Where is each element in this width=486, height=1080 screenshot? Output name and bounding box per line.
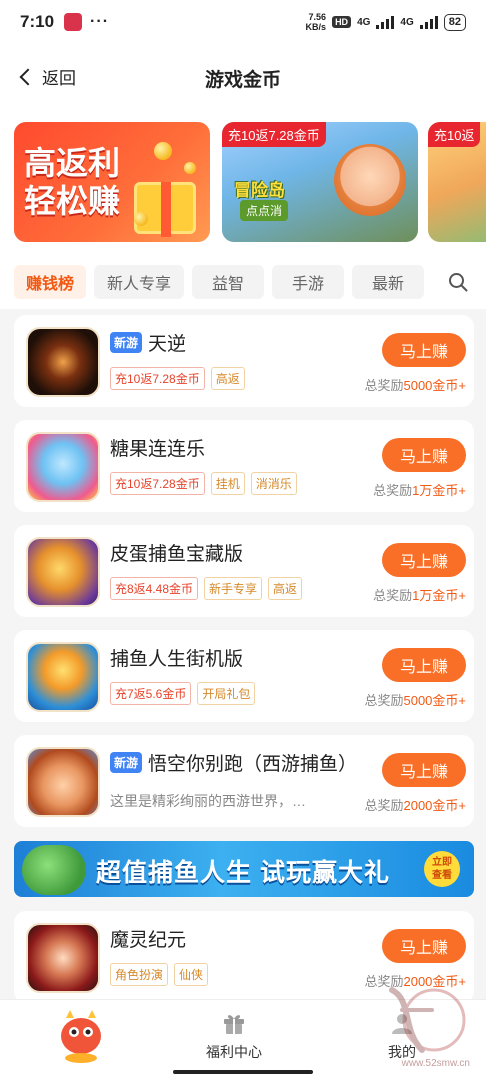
tag: 消消乐 <box>250 472 297 495</box>
nav-welfare-center[interactable]: 福利中心 <box>206 1010 262 1062</box>
promo-view-button[interactable]: 立即 查看 <box>424 851 460 887</box>
game-name: 皮蛋捕鱼宝藏版 <box>110 544 244 565</box>
game-card[interactable]: 捕鱼人生街机版 充7返5.6金币 开局礼包 马上赚 总奖励5000金币+ <box>14 630 474 722</box>
tag: 充10返7.28金币 <box>110 367 205 390</box>
game-icon-wukong <box>26 747 100 817</box>
game-card[interactable]: 糖果连连乐 充10返7.28金币 挂机 消消乐 马上赚 总奖励1万金币+ <box>14 420 474 512</box>
game-tags: 充7返5.6金币 开局礼包 <box>110 682 256 705</box>
banner-partial[interactable]: 充10返 <box>428 122 486 242</box>
earn-now-button[interactable]: 马上赚 <box>382 753 466 787</box>
earn-now-button[interactable]: 马上赚 <box>382 929 466 963</box>
total-reward: 总奖励1万金币+ <box>373 588 466 603</box>
tab-mobile-game[interactable]: 手游 <box>272 265 344 299</box>
coin-icon <box>184 162 196 174</box>
tag: 挂机 <box>210 472 245 495</box>
promo-banner[interactable]: 超值捕鱼人生 试玩赢大礼 立即 查看 <box>14 841 474 897</box>
tag: 高返 <box>268 577 303 600</box>
status-time: 7:10 <box>20 12 55 31</box>
signal-icon-2 <box>419 15 438 29</box>
tab-latest[interactable]: 最新 <box>352 265 424 299</box>
watermark-url: www.52smw.cn <box>401 1058 470 1069</box>
coin-icon <box>134 212 148 226</box>
signal-icon <box>376 15 395 29</box>
app-notification-icon <box>64 13 83 31</box>
search-icon[interactable] <box>448 272 468 292</box>
dragon-mascot-icon[interactable] <box>48 1006 114 1064</box>
tab-new-user[interactable]: 新人专享 <box>94 265 184 299</box>
watermark-seal <box>389 987 466 1053</box>
earn-now-button[interactable]: 马上赚 <box>382 543 466 577</box>
game-icon-moling <box>26 923 100 993</box>
game-tags: 充10返7.28金币 高返 <box>110 367 245 390</box>
earn-now-button[interactable]: 马上赚 <box>382 333 466 367</box>
game-list: 新游 天逆 充10返7.28金币 高返 马上赚 总奖励5000金币+ 糖果连连乐… <box>0 309 486 999</box>
tag: 充7返5.6金币 <box>110 682 192 705</box>
header: 返回 游戏金币 <box>0 44 486 110</box>
total-reward: 总奖励2000金币+ <box>364 798 466 813</box>
game-icon-pidan-fishing <box>26 537 100 607</box>
game-tags: 充10返7.28金币 挂机 消消乐 <box>110 472 297 495</box>
banner-rebate-tag: 充10返7.28金币 <box>222 122 326 147</box>
game-icon-fishing-life <box>26 642 100 712</box>
tag: 开局礼包 <box>197 682 256 705</box>
banner-2-title: 冒险岛 <box>234 181 285 200</box>
game-card[interactable]: 皮蛋捕鱼宝藏版 充8返4.48金币 新手专享 高返 马上赚 总奖励1万金币+ <box>14 525 474 617</box>
total-reward: 总奖励5000金币+ <box>364 693 466 708</box>
promo-text: 超值捕鱼人生 试玩赢大礼 <box>96 859 390 887</box>
tag: 角色扮演 <box>110 963 169 986</box>
game-tags: 充8返4.48金币 新手专享 高返 <box>110 577 303 600</box>
earn-now-button[interactable]: 马上赚 <box>382 648 466 682</box>
coin-icon <box>154 142 172 160</box>
tag: 充8返4.48金币 <box>110 577 199 600</box>
hd-icon: HD <box>332 16 352 28</box>
tag: 新手专享 <box>204 577 263 600</box>
tag: 仙侠 <box>174 963 209 986</box>
banner-1-title: 高返利 轻松赚 <box>24 145 121 219</box>
game-name: 魔灵纪元 <box>110 930 187 951</box>
game-name: 捕鱼人生街机版 <box>110 649 244 670</box>
game-description: 这里是精彩绚丽的西游世界，… <box>110 793 306 809</box>
banner-2-subtitle: 点点消 <box>240 200 289 221</box>
new-game-badge: 新游 <box>110 752 143 773</box>
fish-illustration <box>22 845 86 895</box>
network-type-2: 4G <box>400 16 414 28</box>
network-speed: 7.56 KB/s <box>305 12 327 32</box>
tag: 充10返7.28金币 <box>110 472 205 495</box>
game-tags: 角色扮演 仙侠 <box>110 963 209 986</box>
category-tabs: 赚钱榜 新人专享 益智 手游 最新 <box>0 255 486 309</box>
game-name: 新游 悟空你别跑（西游捕鱼） <box>110 749 357 776</box>
tag: 高返 <box>210 367 245 390</box>
status-bar: 7:10 ··· 7.56 KB/s HD 4G 4G 82 <box>0 0 486 44</box>
game-name: 新游 天逆 <box>110 329 186 356</box>
status-indicators: 7.56 KB/s HD 4G 4G 82 <box>306 12 466 32</box>
game-card[interactable]: 新游 天逆 充10返7.28金币 高返 马上赚 总奖励5000金币+ <box>14 315 474 407</box>
status-more-dots: ··· <box>90 13 110 30</box>
game-icon-tianni <box>26 327 100 397</box>
game-card[interactable]: 新游 悟空你别跑（西游捕鱼） 这里是精彩绚丽的西游世界，… 马上赚 总奖励200… <box>14 735 474 827</box>
page-title: 游戏金币 <box>204 70 281 91</box>
total-reward: 总奖励1万金币+ <box>373 483 466 498</box>
banner-maoxiandao[interactable]: 充10返7.28金币 冒险岛 点点消 <box>222 122 418 242</box>
banner-carousel[interactable]: 高返利 轻松赚 充10返7.28金币 冒险岛 点点消 充10返 <box>0 110 486 255</box>
character-illustration <box>334 144 406 216</box>
new-game-badge: 新游 <box>110 332 143 353</box>
tab-earn-rank[interactable]: 赚钱榜 <box>14 265 86 299</box>
banner-high-rebate[interactable]: 高返利 轻松赚 <box>14 122 210 242</box>
game-name: 糖果连连乐 <box>110 439 206 460</box>
earn-now-button[interactable]: 马上赚 <box>382 438 466 472</box>
gift-icon <box>224 1015 244 1034</box>
tab-puzzle[interactable]: 益智 <box>192 265 264 299</box>
nav-welfare-label: 福利中心 <box>206 1044 262 1060</box>
home-indicator[interactable] <box>173 1070 313 1074</box>
battery-icon: 82 <box>443 13 466 31</box>
banner-rebate-tag: 充10返 <box>428 122 481 147</box>
game-icon-candy <box>26 432 100 502</box>
network-type-1: 4G <box>357 16 371 28</box>
total-reward: 总奖励5000金币+ <box>364 378 466 393</box>
gift-box-icon <box>134 182 196 237</box>
